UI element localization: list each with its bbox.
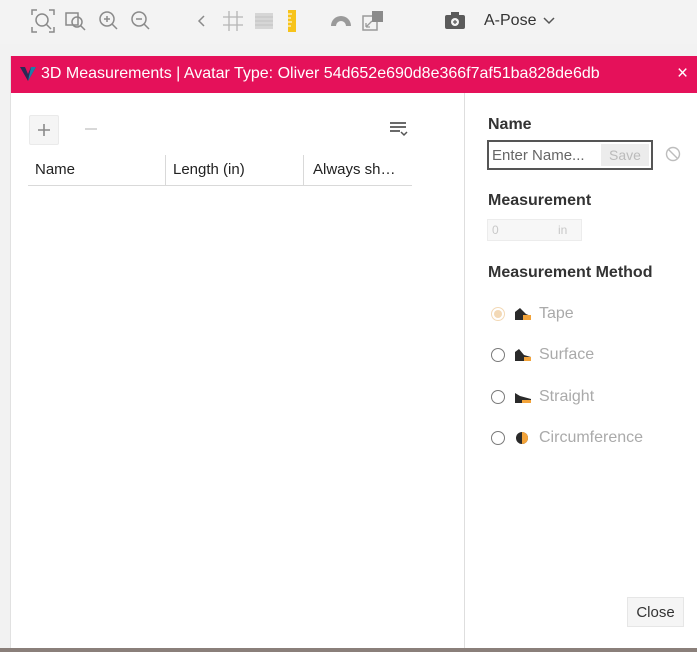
vendor-logo-icon xyxy=(20,67,36,81)
minus-icon xyxy=(85,128,97,130)
list-options-button[interactable] xyxy=(385,115,413,143)
method-label-circumference: Circumference xyxy=(539,429,644,446)
export-icon[interactable] xyxy=(360,8,386,34)
method-option-surface[interactable]: Surface xyxy=(491,345,594,365)
measurement-table-header: Name Length (in) Always sh… xyxy=(28,155,412,186)
radio-button[interactable] xyxy=(491,390,505,404)
camera-icon[interactable] xyxy=(442,8,468,34)
viewer-toolbar: A-Pose xyxy=(0,0,697,44)
dialog-titlebar: 3D Measurements | Avatar Type: Oliver 54… xyxy=(11,56,697,93)
pose-dropdown[interactable]: A-Pose xyxy=(484,12,556,30)
column-header-always-show[interactable]: Always sh… xyxy=(313,161,396,178)
measurement-unit: in xyxy=(558,223,568,237)
method-label-tape: Tape xyxy=(539,305,574,322)
tape-method-icon xyxy=(515,308,531,320)
method-option-tape[interactable]: Tape xyxy=(491,304,574,324)
circumference-method-icon xyxy=(516,432,528,444)
chevron-left-icon[interactable] xyxy=(194,8,210,34)
name-input[interactable] xyxy=(489,146,598,164)
list-menu-icon xyxy=(390,122,408,137)
name-field: Save xyxy=(487,140,653,170)
method-option-circumference[interactable]: Circumference xyxy=(491,428,643,448)
measurement-detail-panel xyxy=(464,93,697,648)
method-option-straight[interactable]: Straight xyxy=(491,387,594,407)
remove-measurement-button[interactable] xyxy=(77,115,105,143)
straight-method-icon xyxy=(515,393,531,403)
column-divider[interactable] xyxy=(303,155,304,185)
radio-button[interactable] xyxy=(491,431,505,445)
measurement-field: 0 in xyxy=(487,219,582,241)
save-button[interactable]: Save xyxy=(601,144,649,166)
ruler-icon[interactable] xyxy=(282,8,302,34)
column-header-length[interactable]: Length (in) xyxy=(173,161,245,178)
arc-icon[interactable] xyxy=(328,8,354,34)
zoom-out-icon[interactable] xyxy=(128,8,154,34)
grid-icon[interactable] xyxy=(220,8,246,34)
plus-icon xyxy=(38,124,50,136)
chevron-down-icon xyxy=(543,17,555,25)
measurement-value[interactable]: 0 xyxy=(488,223,558,237)
name-label: Name xyxy=(488,116,532,133)
zoom-region-icon[interactable] xyxy=(63,8,89,34)
method-label: Measurement Method xyxy=(488,264,653,281)
close-icon[interactable]: × xyxy=(677,64,688,83)
zoom-fit-icon[interactable] xyxy=(30,8,56,34)
method-label-surface: Surface xyxy=(539,346,595,363)
column-divider[interactable] xyxy=(165,155,166,185)
viewport-background-strip xyxy=(0,648,697,652)
floor-icon[interactable] xyxy=(251,8,277,34)
close-button[interactable]: Close xyxy=(627,597,684,627)
pose-label: A-Pose xyxy=(484,12,537,29)
radio-button[interactable] xyxy=(491,348,505,362)
column-header-name[interactable]: Name xyxy=(35,161,75,178)
method-label-straight: Straight xyxy=(539,388,595,405)
surface-method-icon xyxy=(515,349,531,361)
add-measurement-button[interactable] xyxy=(29,115,59,145)
dialog-title: 3D Measurements | Avatar Type: Oliver 54… xyxy=(41,65,600,82)
clear-block-icon[interactable] xyxy=(665,146,681,162)
measurement-label: Measurement xyxy=(488,192,592,209)
radio-button[interactable] xyxy=(491,307,505,321)
zoom-in-icon[interactable] xyxy=(96,8,122,34)
